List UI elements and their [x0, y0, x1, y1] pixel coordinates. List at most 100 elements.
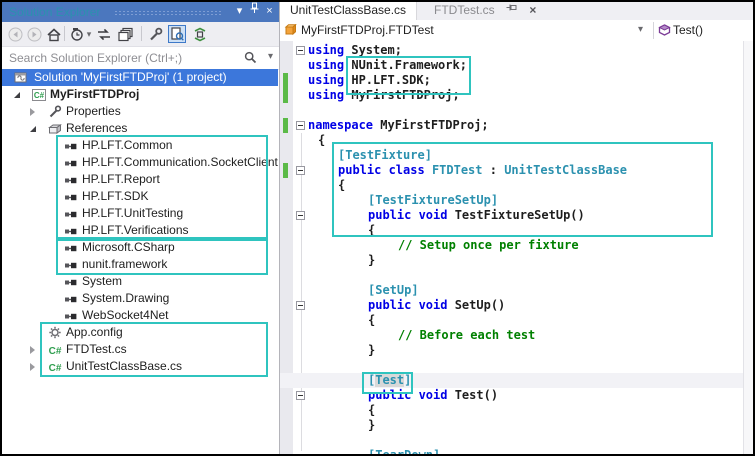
vs-window: Solution Explorer ▾ × ▾ — [0, 0, 755, 456]
code-line[interactable]: public void SetUp() — [280, 298, 753, 313]
code-line[interactable]: public void Test() — [280, 388, 753, 403]
home-icon[interactable] — [45, 25, 63, 43]
tab-ftdtest-preview[interactable]: FTDTest.cs × — [428, 2, 536, 20]
tree-item[interactable]: nunit.framework — [2, 256, 278, 273]
tree-item[interactable]: HP.LFT.Communication.SocketClient — [2, 154, 278, 171]
pin-icon[interactable] — [247, 2, 262, 22]
collapse-region-icon[interactable] — [296, 46, 305, 55]
chevron-down-icon[interactable]: ▾ — [638, 24, 643, 35]
code-line[interactable]: using MyFirstFTDProj; — [280, 88, 753, 103]
code-token: public void — [368, 388, 447, 402]
change-bar — [283, 73, 288, 88]
collapse-region-icon[interactable] — [296, 211, 305, 220]
back-icon[interactable] — [6, 25, 24, 43]
collapse-region-icon[interactable] — [296, 301, 305, 310]
properties-wrench-icon[interactable] — [146, 25, 164, 43]
preview-selected-items-icon[interactable] — [168, 25, 186, 43]
code-line[interactable]: } — [280, 253, 753, 268]
close-icon[interactable]: × — [529, 2, 536, 19]
code-line[interactable]: { — [280, 403, 753, 418]
tree-item[interactable]: HP.LFT.UnitTesting — [2, 205, 278, 222]
code-line[interactable]: [SetUp] — [280, 283, 753, 298]
collapse-arrow-icon[interactable] — [30, 126, 36, 132]
code-line[interactable]: [Test] — [280, 373, 753, 388]
code-token: MyFirstFTDProj; — [373, 118, 489, 132]
config-icon — [48, 326, 62, 339]
code-token: using — [308, 43, 344, 57]
code-line[interactable]: public void TestFixtureSetUp() — [280, 208, 753, 223]
code-token — [425, 163, 432, 177]
tree-item[interactable]: System.Drawing — [2, 290, 278, 307]
solution-explorer-titlebar[interactable]: Solution Explorer ▾ × — [2, 2, 279, 22]
tree-item[interactable]: HP.LFT.Verifications — [2, 222, 278, 239]
tree-item[interactable]: Solution 'MyFirstFTDProj' (1 project) — [2, 69, 278, 86]
code-line[interactable]: { — [280, 133, 753, 148]
tree-item[interactable]: References — [2, 120, 278, 137]
code-token: UnitTestClassBase — [504, 163, 627, 177]
vertical-scrollbar[interactable] — [743, 41, 753, 454]
expand-arrow-icon[interactable] — [30, 346, 35, 354]
collapse-region-icon[interactable] — [296, 121, 305, 130]
pin-icon[interactable] — [506, 2, 518, 19]
code-line[interactable]: // Setup once per fixture — [280, 238, 753, 253]
tree-item[interactable]: C#MyFirstFTDProj — [2, 86, 278, 103]
refresh-icon[interactable] — [95, 25, 113, 43]
search-dropdown-icon[interactable]: ▾ — [268, 51, 273, 62]
code-editor[interactable]: using System;using NUnit.Framework;using… — [280, 41, 753, 454]
search-icon[interactable] — [244, 51, 257, 69]
collapse-region-icon[interactable] — [296, 166, 305, 175]
tree-item[interactable]: Microsoft.CSharp — [2, 239, 278, 256]
code-line[interactable]: [TestFixtureSetUp] — [280, 193, 753, 208]
close-icon[interactable]: × — [262, 2, 277, 22]
code-line[interactable]: } — [280, 343, 753, 358]
code-line[interactable]: using HP.LFT.SDK; — [280, 73, 753, 88]
code-token: { — [318, 133, 325, 147]
code-token: Test — [375, 373, 404, 387]
code-line[interactable]: [TestFixture] — [280, 148, 753, 163]
code-line[interactable] — [280, 103, 753, 118]
collapse-region-icon[interactable] — [296, 391, 305, 400]
forward-icon[interactable] — [25, 25, 43, 43]
tab-unittestclassbase[interactable]: UnitTestClassBase.cs — [280, 2, 417, 20]
code-line[interactable] — [280, 358, 753, 373]
tree-item[interactable]: C#UnitTestClassBase.cs — [2, 358, 278, 375]
code-line[interactable]: { — [280, 313, 753, 328]
tree-item[interactable]: HP.LFT.Common — [2, 137, 278, 154]
code-line[interactable]: { — [280, 223, 753, 238]
code-line[interactable]: using System; — [280, 43, 753, 58]
tree-item[interactable]: HP.LFT.Report — [2, 171, 278, 188]
scope-combobox[interactable]: MyFirstFTDProj.FTDTest ▾ — [280, 20, 652, 40]
code-line[interactable]: { — [280, 178, 753, 193]
code-line[interactable]: [TearDown] — [280, 448, 753, 454]
tree-item[interactable]: App.config — [2, 324, 278, 341]
tree-item[interactable]: WebSocket4Net — [2, 307, 278, 324]
code-token: HP.LFT.SDK; — [344, 73, 431, 87]
tree-item[interactable]: System — [2, 273, 278, 290]
tree-item-label: HP.LFT.UnitTesting — [2, 206, 183, 220]
window-position-chevron-icon[interactable]: ▾ — [232, 2, 247, 22]
navigation-bar: MyFirstFTDProj.FTDTest ▾ Test() — [280, 20, 753, 42]
tree-item-label: App.config — [2, 325, 123, 339]
expand-arrow-icon[interactable] — [30, 108, 35, 116]
tree-item-label: Solution 'MyFirstFTDProj' (1 project) — [2, 70, 227, 84]
switch-views-dropdown-icon[interactable]: ▾ — [84, 25, 94, 43]
code-line[interactable]: using NUnit.Framework; — [280, 58, 753, 73]
code-line[interactable] — [280, 268, 753, 283]
sync-with-active-document-icon[interactable] — [191, 25, 209, 43]
code-line[interactable]: // Before each test — [280, 328, 753, 343]
toolbar-separator — [141, 26, 142, 41]
code-line[interactable]: public class FTDTest : UnitTestClassBase — [280, 163, 753, 178]
expand-arrow-icon[interactable] — [30, 363, 35, 371]
code-line[interactable] — [280, 433, 753, 448]
reference-icon — [64, 156, 78, 169]
search-box[interactable]: Search Solution Explorer (Ctrl+;) ▾ — [2, 47, 279, 70]
member-combobox[interactable]: Test() — [654, 20, 753, 40]
tree-item[interactable]: C#FTDTest.cs — [2, 341, 278, 358]
collapse-arrow-icon[interactable] — [14, 92, 20, 98]
tree-item[interactable]: HP.LFT.SDK — [2, 188, 278, 205]
tree-item[interactable]: Properties — [2, 103, 278, 120]
code-line[interactable]: namespace MyFirstFTDProj; — [280, 118, 753, 133]
collapse-all-icon[interactable] — [117, 25, 135, 43]
code-line[interactable]: } — [280, 418, 753, 433]
code-token: System; — [344, 43, 402, 57]
